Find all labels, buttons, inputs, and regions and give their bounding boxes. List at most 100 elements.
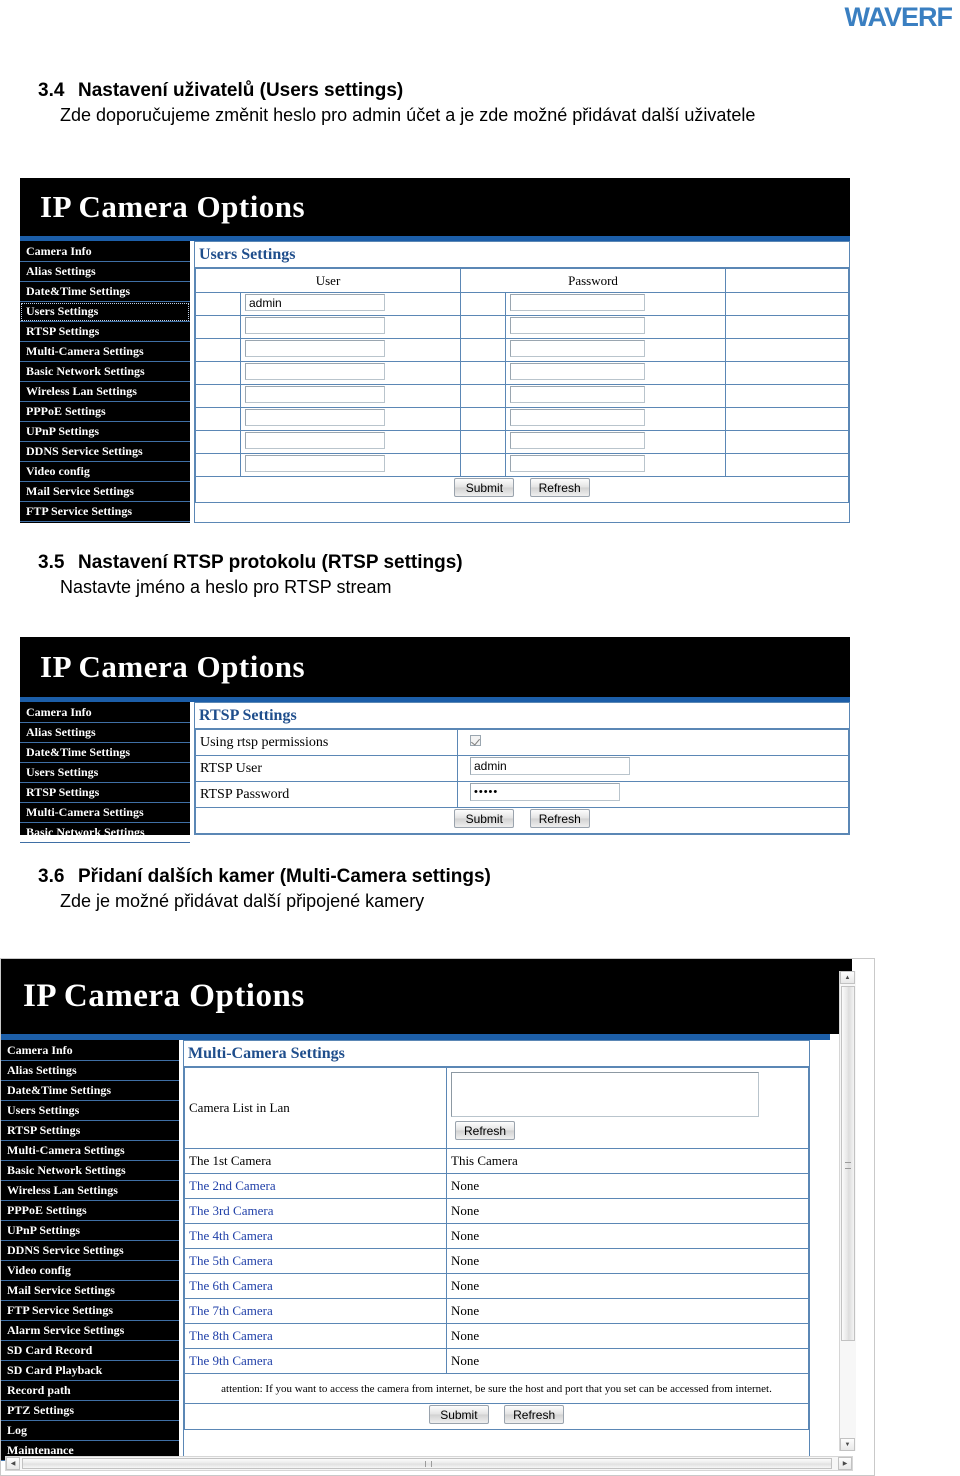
refresh-button[interactable]: Refresh (529, 808, 590, 828)
camera-4-link[interactable]: The 4th Camera (189, 1228, 273, 1243)
table-row (195, 407, 849, 431)
sidebar-item-datetime-settings[interactable]: Date&Time Settings (20, 743, 190, 763)
sidebar-item-log[interactable]: Log (1, 1421, 179, 1441)
submit-button[interactable]: Submit (454, 808, 515, 828)
sidebar-item-ftp-service-settings[interactable]: FTP Service Settings (20, 502, 190, 522)
sidebar-item-multi-camera-settings[interactable]: Multi-Camera Settings (20, 342, 190, 362)
vertical-scrollbar[interactable]: ▲ ▼ (839, 971, 856, 1451)
vertical-scrollbar-thumb[interactable] (841, 986, 855, 1341)
sidebar-item-pppoe-settings[interactable]: PPPoE Settings (1, 1201, 179, 1221)
rtsp-user-input[interactable]: admin (470, 757, 630, 775)
submit-button[interactable]: Submit (454, 478, 515, 497)
password-field[interactable] (510, 408, 646, 426)
camera-8-link[interactable]: The 8th Camera (189, 1328, 273, 1343)
sidebar-item-alias-settings[interactable]: Alias Settings (1, 1061, 179, 1081)
sidebar-label: Date&Time Settings (26, 284, 131, 298)
camera-list-row: Camera List in Lan Refresh (184, 1067, 809, 1149)
password-field[interactable] (510, 454, 646, 472)
sidebar-item-video-config[interactable]: Video config (20, 462, 190, 482)
sidebar-item-users-settings[interactable]: Users Settings (20, 302, 190, 322)
camera-8-label-cell: The 8th Camera (184, 1323, 447, 1349)
sidebar-item-basic-network-settings[interactable]: Basic Network Settings (20, 362, 190, 382)
password-field[interactable] (510, 385, 646, 403)
scroll-left-button[interactable]: ◀ (6, 1457, 20, 1470)
sidebar-item-wireless-lan-settings[interactable]: Wireless Lan Settings (20, 382, 190, 402)
sidebar-item-users-settings[interactable]: Users Settings (1, 1101, 179, 1121)
sidebar-item-rtsp-settings[interactable]: RTSP Settings (20, 783, 190, 803)
sidebar-item-users-settings[interactable]: Users Settings (20, 763, 190, 783)
sidebar-item-ddns-service-settings[interactable]: DDNS Service Settings (20, 442, 190, 462)
camera-7-link[interactable]: The 7th Camera (189, 1303, 273, 1318)
sidebar-item-ftp-service-settings[interactable]: FTP Service Settings (1, 1301, 179, 1321)
submit-button[interactable]: Submit (428, 1405, 489, 1424)
user-field[interactable] (245, 385, 385, 403)
sidebar-item-upnp-settings[interactable]: UPnP Settings (1, 1221, 179, 1241)
sidebar-item-mail-service-settings[interactable]: Mail Service Settings (20, 482, 190, 502)
sidebar-item-wireless-lan-settings[interactable]: Wireless Lan Settings (1, 1181, 179, 1201)
sidebar-item-datetime-settings[interactable]: Date&Time Settings (1, 1081, 179, 1101)
camera-2-link[interactable]: The 2nd Camera (189, 1178, 276, 1193)
camera-9-link[interactable]: The 9th Camera (189, 1353, 273, 1368)
sidebar-item-rtsp-settings[interactable]: RTSP Settings (1, 1121, 179, 1141)
sidebar-item-datetime-settings[interactable]: Date&Time Settings (20, 282, 190, 302)
sidebar-item-multi-camera-settings[interactable]: Multi-Camera Settings (20, 803, 190, 823)
user-field[interactable]: admin (245, 293, 385, 311)
user-field[interactable] (245, 316, 385, 334)
camera-5-link[interactable]: The 5th Camera (189, 1253, 273, 1268)
rtsp-body: Camera Info Alias Settings Date&Time Set… (20, 702, 850, 843)
password-field[interactable] (510, 316, 646, 334)
refresh-button[interactable]: Refresh (504, 1405, 565, 1424)
camera-3-link[interactable]: The 3rd Camera (189, 1203, 273, 1218)
sidebar-item-camera-info[interactable]: Camera Info (1, 1041, 179, 1061)
sidebar-item-multi-camera-settings[interactable]: Multi-Camera Settings (1, 1141, 179, 1161)
table-row: The 9th Camera None (184, 1348, 809, 1374)
camera-6-link[interactable]: The 6th Camera (189, 1278, 273, 1293)
camera-list-refresh-button[interactable]: Refresh (455, 1121, 515, 1140)
sidebar-item-alias-settings[interactable]: Alias Settings (20, 723, 190, 743)
user-field[interactable] (245, 339, 385, 357)
user-field[interactable] (245, 362, 385, 380)
sidebar-label: PPPoE Settings (26, 404, 106, 418)
camera-list-in-lan-listbox[interactable] (451, 1072, 759, 1117)
users-body: Camera Info Alias Settings Date&Time Set… (20, 241, 850, 523)
sidebar-item-alarm-service-settings[interactable]: Alarm Service Settings (1, 1321, 179, 1341)
sidebar-item-camera-info[interactable]: Camera Info (20, 242, 190, 262)
sidebar-item-rtsp-settings[interactable]: RTSP Settings (20, 322, 190, 342)
camera-4-value-cell: None (446, 1223, 809, 1249)
camera-6-value: None (451, 1278, 480, 1293)
password-field[interactable] (510, 339, 646, 357)
using-rtsp-permissions-checkbox[interactable] (470, 734, 481, 746)
password-field[interactable] (510, 362, 646, 380)
sidebar-item-alias-settings[interactable]: Alias Settings (20, 262, 190, 282)
scroll-left-icon: ◀ (10, 1460, 16, 1467)
password-field[interactable] (510, 431, 646, 449)
sidebar-item-sd-card-playback[interactable]: SD Card Playback (1, 1361, 179, 1381)
rtsp-password-input[interactable]: ••••• (470, 783, 620, 801)
password-field[interactable] (510, 293, 646, 311)
sidebar-item-record-path[interactable]: Record path (1, 1381, 179, 1401)
user-field[interactable] (245, 408, 385, 426)
multicam-pane-title: Multi-Camera Settings (184, 1041, 809, 1067)
scroll-right-button[interactable]: ▶ (838, 1457, 852, 1470)
user-field[interactable] (245, 431, 385, 449)
screenshot-rtsp-settings: IP Camera Options Camera Info Alias Sett… (20, 637, 850, 843)
refresh-button[interactable]: Refresh (529, 478, 590, 497)
sidebar-item-video-config[interactable]: Video config (1, 1261, 179, 1281)
sidebar-item-mail-service-settings[interactable]: Mail Service Settings (1, 1281, 179, 1301)
users-row7-right-pad (725, 453, 849, 477)
scroll-down-button[interactable]: ▼ (840, 1438, 855, 1451)
sidebar-item-ptz-settings[interactable]: PTZ Settings (1, 1401, 179, 1421)
sidebar-item-pppoe-settings[interactable]: PPPoE Settings (20, 402, 190, 422)
sidebar-item-sd-card-record[interactable]: SD Card Record (1, 1341, 179, 1361)
sidebar-item-basic-network-settings[interactable]: Basic Network Settings (20, 823, 190, 843)
horizontal-scrollbar-thumb[interactable] (22, 1458, 832, 1469)
users-row7-left-pad (195, 453, 241, 477)
user-field[interactable] (245, 454, 385, 472)
sidebar-item-basic-network-settings[interactable]: Basic Network Settings (1, 1161, 179, 1181)
sidebar-item-ddns-service-settings[interactable]: DDNS Service Settings (1, 1241, 179, 1261)
sidebar-item-camera-info[interactable]: Camera Info (20, 703, 190, 723)
table-row: The 6th Camera None (184, 1273, 809, 1299)
scroll-up-button[interactable]: ▲ (840, 971, 855, 984)
horizontal-scrollbar[interactable]: ◀ ▶ (5, 1456, 853, 1471)
sidebar-item-upnp-settings[interactable]: UPnP Settings (20, 422, 190, 442)
